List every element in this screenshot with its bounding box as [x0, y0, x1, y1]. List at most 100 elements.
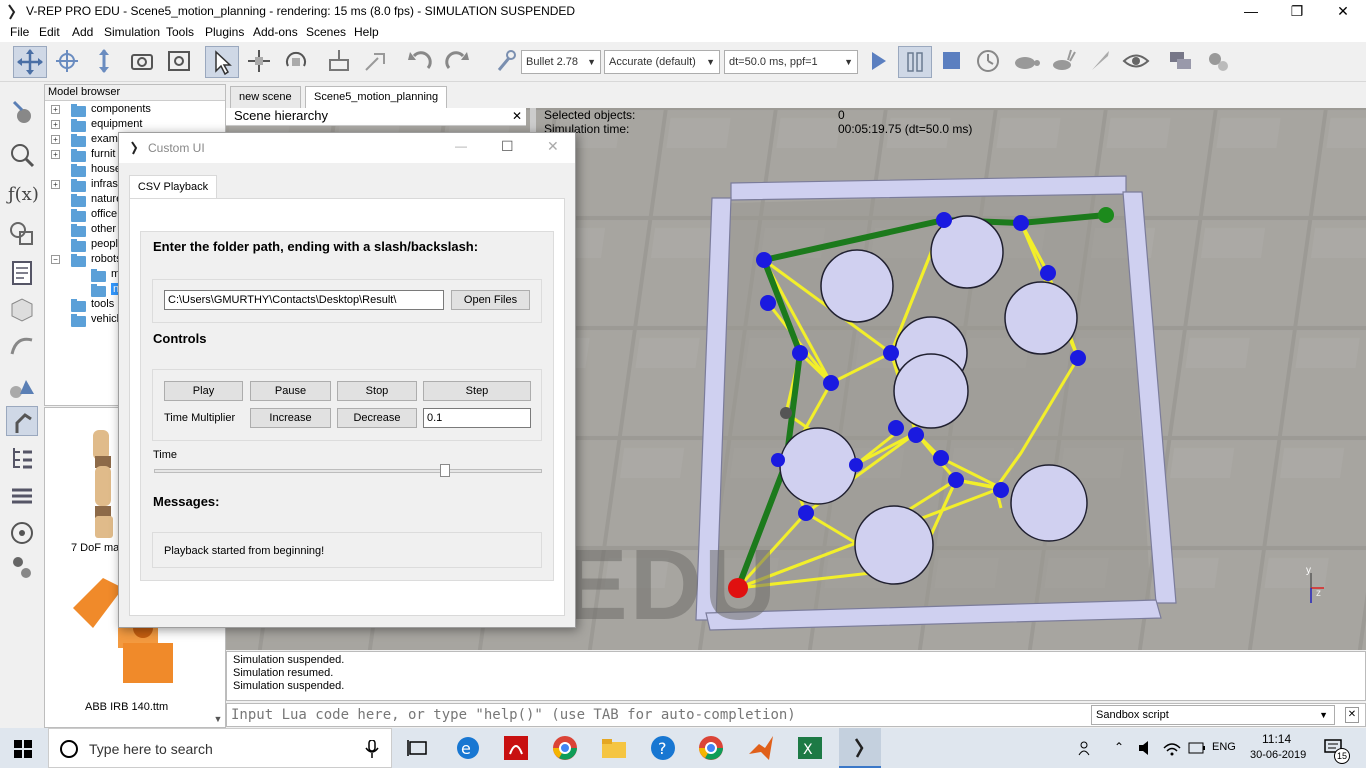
increase-button[interactable]: Increase [250, 408, 331, 428]
camera-angle-button[interactable] [126, 46, 160, 78]
menu-addons[interactable]: Add-ons [253, 25, 298, 39]
menu-add[interactable]: Add [72, 25, 93, 39]
step-button[interactable]: Step [423, 381, 531, 401]
input-language-indicator[interactable]: ENG [1212, 741, 1236, 753]
people-icon[interactable] [1078, 740, 1094, 756]
camera-shift-button[interactable] [88, 46, 122, 78]
decrease-button[interactable]: Decrease [337, 408, 417, 428]
menu-plugins[interactable]: Plugins [205, 25, 244, 39]
video-recorder-button[interactable] [6, 518, 38, 548]
stop-simulation-button[interactable] [935, 46, 969, 78]
speed-up-button[interactable] [1047, 46, 1081, 78]
expand-toggle-icon[interactable]: − [51, 255, 60, 264]
taskbar-search-box[interactable]: Type here to search [48, 728, 392, 768]
object-rotate-button[interactable] [280, 46, 314, 78]
folder-path-input[interactable]: C:\Users\GMURTHY\Contacts\Desktop\Result… [164, 290, 444, 310]
battery-icon[interactable] [1188, 741, 1206, 755]
camera-rotate-button[interactable] [51, 46, 85, 78]
volume-icon[interactable] [1137, 740, 1155, 756]
task-view-icon[interactable] [404, 734, 432, 762]
realtime-button[interactable] [972, 46, 1006, 78]
taskbar-clock-time[interactable]: 11:14 [1262, 732, 1291, 746]
simulation-settings-button[interactable] [6, 98, 38, 128]
start-simulation-button[interactable] [862, 46, 896, 78]
menu-help[interactable]: Help [354, 25, 379, 39]
minimize-button[interactable]: — [1228, 0, 1274, 24]
expand-toggle-icon[interactable]: + [51, 105, 60, 114]
tab-new-scene[interactable]: new scene [230, 86, 301, 108]
acrobat-icon[interactable] [502, 734, 530, 762]
collections-button[interactable] [6, 218, 38, 248]
dynamics-settings-button[interactable] [489, 46, 523, 78]
menu-file[interactable]: File [10, 25, 29, 39]
user-settings-button[interactable] [1202, 46, 1236, 78]
network-icon[interactable] [1162, 740, 1182, 756]
time-slider[interactable] [154, 469, 542, 473]
excel-icon[interactable]: X [796, 734, 824, 762]
visualization-toggle-button[interactable] [1120, 46, 1154, 78]
tree-item-components[interactable]: + components [45, 103, 225, 118]
time-multiplier-input[interactable]: 0.1 [423, 408, 531, 428]
object-shift-button[interactable] [243, 46, 277, 78]
timestep-select[interactable]: dt=50.0 ms, ppf=1 ▼ [724, 50, 858, 74]
close-button[interactable]: ✕ [1320, 0, 1366, 24]
primitive-shapes-button[interactable] [6, 372, 38, 402]
pause-simulation-button[interactable] [898, 46, 932, 78]
tree-item-equipment[interactable]: + equipment [45, 118, 225, 133]
chrome-icon[interactable] [551, 734, 579, 762]
show-hidden-icons-chevron-icon[interactable]: ⌃ [1114, 740, 1124, 754]
layers-toggle-button[interactable] [6, 480, 38, 510]
menu-simulation[interactable]: Simulation [104, 25, 160, 39]
taskbar-clock-date[interactable]: 30-06-2019 [1250, 749, 1306, 761]
shape-edit-button[interactable] [6, 294, 38, 324]
slow-down-button[interactable] [1010, 46, 1044, 78]
lua-input[interactable]: Input Lua code here, or type "help()" (u… [231, 707, 1087, 725]
path-edit-button[interactable] [6, 330, 38, 360]
model-browser-toggle-button[interactable] [6, 406, 38, 436]
user-settings-left-button[interactable] [6, 552, 38, 582]
pause-button[interactable]: Pause [250, 381, 331, 401]
calculation-modules-button[interactable]: ƒ(x) [6, 178, 39, 208]
chrome-icon[interactable] [697, 734, 725, 762]
expand-toggle-icon[interactable]: + [51, 120, 60, 129]
accuracy-select[interactable]: Accurate (default) ▼ [604, 50, 720, 74]
hierarchy-close-icon[interactable]: ✕ [512, 109, 522, 123]
open-files-button[interactable]: Open Files [451, 290, 530, 310]
camera-pan-button[interactable] [13, 46, 47, 78]
physics-engine-select[interactable]: Bullet 2.78 ▼ [521, 50, 601, 74]
maximize-button[interactable]: ❐ [1274, 0, 1320, 24]
help-icon[interactable]: ? [649, 734, 677, 762]
expand-toggle-icon[interactable]: + [51, 150, 60, 159]
clear-console-button[interactable]: ✕ [1345, 707, 1359, 723]
click-select-button[interactable] [205, 46, 239, 78]
fit-to-view-button[interactable] [163, 46, 197, 78]
redo-button[interactable] [441, 46, 475, 78]
tab-csv-playback[interactable]: CSV Playback [129, 175, 217, 199]
menu-scenes[interactable]: Scenes [306, 25, 346, 39]
script-select[interactable]: Sandbox script ▼ [1091, 705, 1335, 725]
taskbar-vrep-app[interactable] [839, 728, 881, 768]
menu-edit[interactable]: Edit [39, 25, 60, 39]
selection-button[interactable] [6, 140, 38, 170]
play-button[interactable]: Play [164, 381, 243, 401]
file-explorer-icon[interactable] [600, 734, 628, 762]
edge-browser-icon[interactable]: e [454, 734, 482, 762]
microphone-icon[interactable] [365, 740, 379, 758]
undo-button[interactable] [404, 46, 438, 78]
time-slider-handle[interactable] [440, 464, 450, 477]
scene-layers-button[interactable] [1165, 46, 1199, 78]
dialog-close-button[interactable]: ✕ [547, 138, 559, 155]
dialog-maximize-button[interactable]: ☐ [501, 138, 514, 155]
expand-toggle-icon[interactable]: + [51, 135, 60, 144]
stop-button[interactable]: Stop [337, 381, 417, 401]
menu-tools[interactable]: Tools [166, 25, 194, 39]
transfer-dna-button[interactable] [360, 46, 394, 78]
scene-hierarchy-toggle-button[interactable] [6, 442, 38, 472]
threaded-rendering-button[interactable] [1084, 46, 1118, 78]
dialog-minimize-button[interactable]: — [455, 139, 467, 153]
tab-scene5-motion-planning[interactable]: Scene5_motion_planning [305, 86, 448, 108]
scripts-button[interactable] [6, 258, 38, 288]
scroll-down-arrow-icon[interactable]: ▼ [211, 714, 225, 728]
assemble-button[interactable] [323, 46, 357, 78]
expand-toggle-icon[interactable]: + [51, 180, 60, 189]
